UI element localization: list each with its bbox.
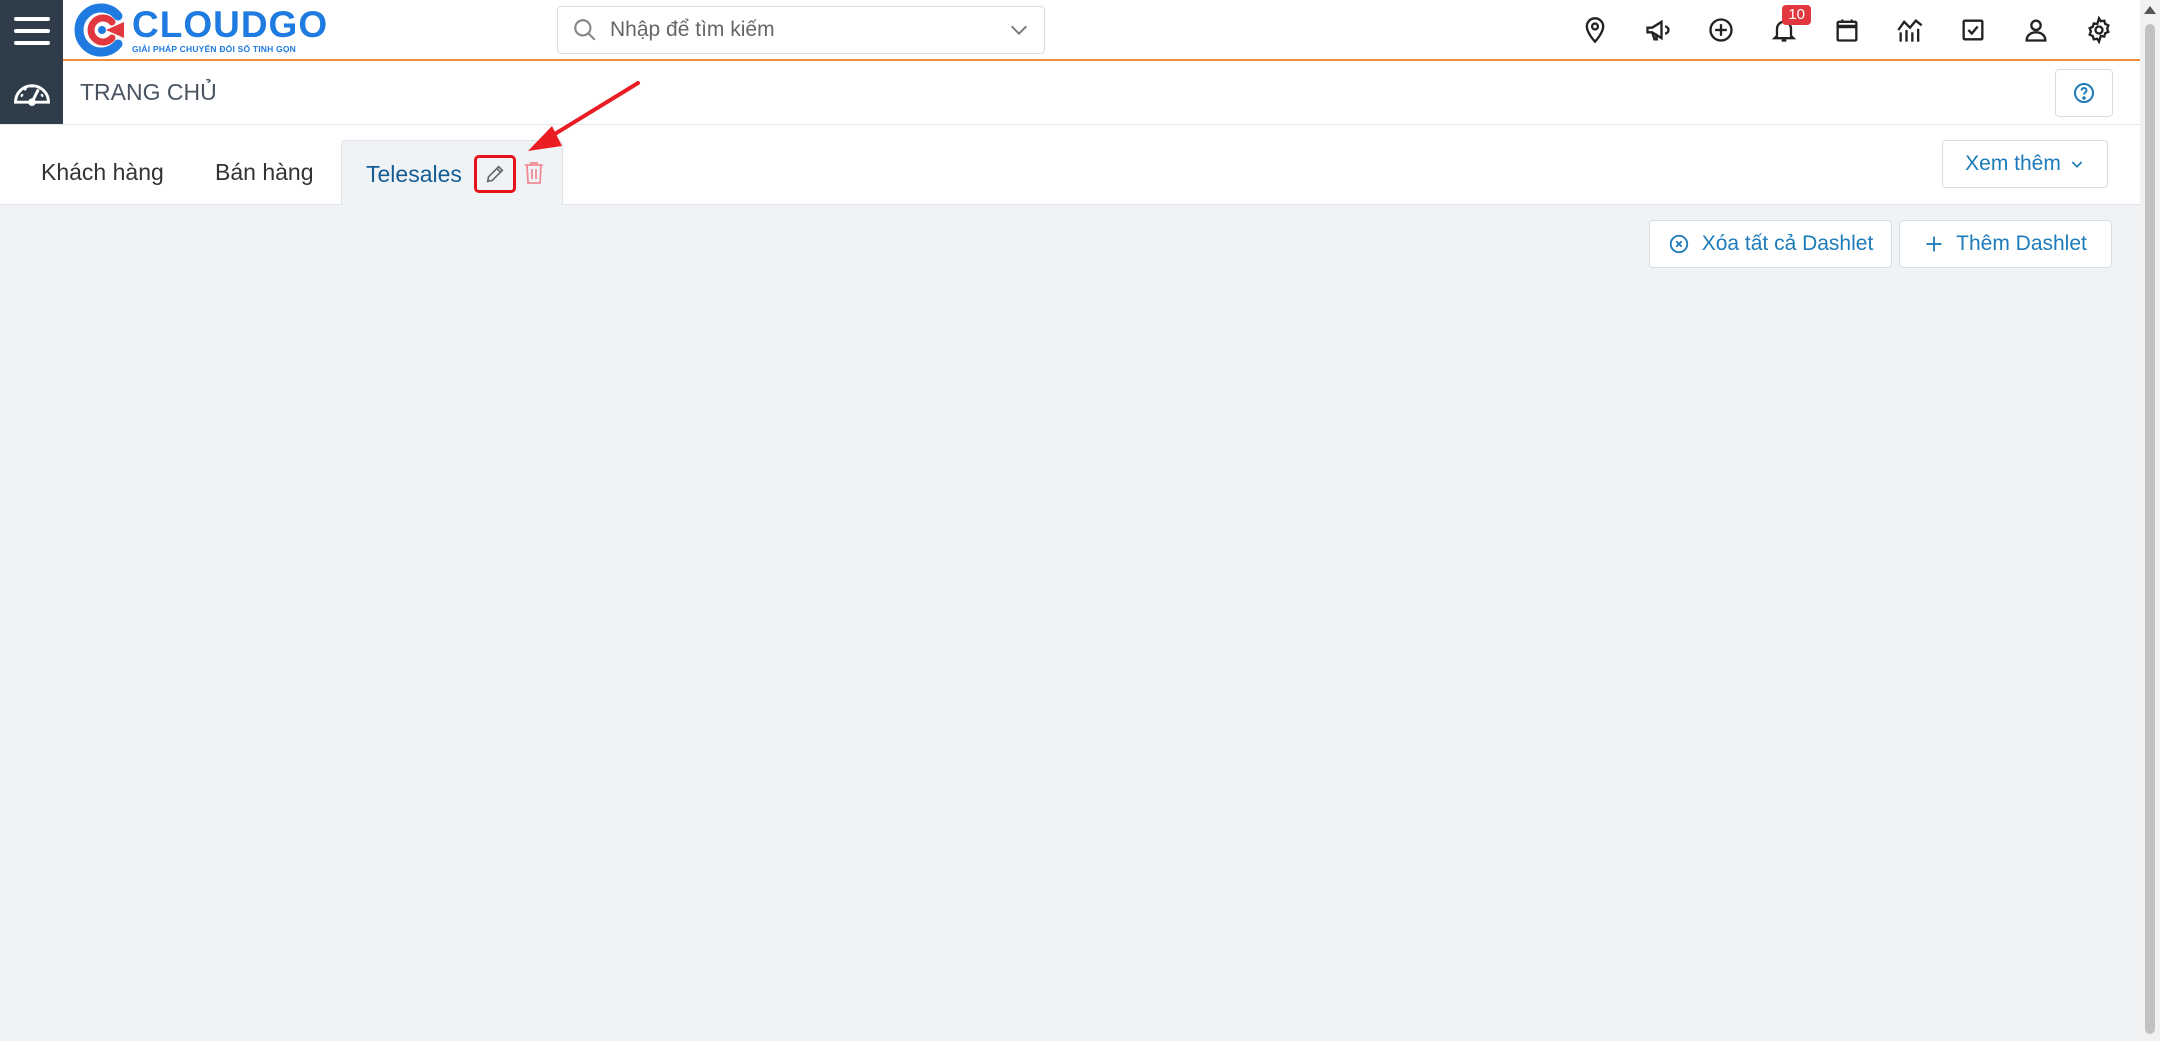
hamburger-menu-button[interactable] [0, 0, 63, 61]
menu-line [13, 16, 50, 21]
add-dashlet-button[interactable]: Thêm Dashlet [1899, 220, 2112, 268]
menu-line [13, 40, 50, 45]
plus-icon [1926, 236, 1942, 252]
delete-tab-button[interactable] [520, 157, 548, 189]
pencil-icon [486, 165, 504, 183]
menu-line [13, 28, 50, 33]
logo-mark-icon [74, 3, 124, 57]
search-input[interactable] [606, 7, 1008, 53]
cloudgo-logo[interactable]: CLOUDGO GIẢI PHÁP CHUYỂN ĐỔI SỐ TINH GỌN [72, 2, 328, 58]
help-button[interactable] [2055, 69, 2113, 117]
clear-all-label: Xóa tất cả Dashlet [1701, 232, 1874, 255]
bell-icon[interactable]: 10 [1765, 5, 1811, 49]
brand-tagline: GIẢI PHÁP CHUYỂN ĐỔI SỐ TINH GỌN [132, 44, 296, 54]
user-icon[interactable] [2017, 11, 2055, 49]
see-more-label: Xem thêm [1965, 152, 2061, 175]
clear-all-dashlets-button[interactable]: Xóa tất cả Dashlet [1649, 220, 1892, 268]
page-title: TRANG CHỦ [80, 79, 217, 105]
dashboard-module-button[interactable] [0, 61, 63, 124]
notification-count-badge: 10 [1782, 5, 1811, 25]
close-circle-icon [1669, 234, 1688, 254]
vertical-scrollbar[interactable] [2140, 0, 2160, 1041]
page-header-bar: TRANG CHỦ [0, 61, 2140, 125]
tab-khach-hang[interactable]: Khách hàng [41, 159, 164, 186]
see-more-dropdown[interactable]: Xem thêm [1942, 140, 2108, 188]
trash-icon [525, 162, 543, 184]
global-search-box[interactable] [557, 6, 1045, 54]
question-circle-icon [2074, 83, 2094, 103]
speedometer-icon [13, 83, 50, 106]
brand-name: CLOUDGO [132, 4, 329, 45]
scroll-up-arrow-icon[interactable] [2144, 6, 2156, 14]
calendar-icon[interactable] [1828, 11, 1866, 49]
location-pin-icon[interactable] [1576, 11, 1614, 49]
tab-telesales[interactable]: Telesales [341, 140, 563, 206]
chevron-down-icon[interactable] [1008, 19, 1030, 41]
add-dashlet-label: Thêm Dashlet [1956, 232, 2087, 255]
gear-icon[interactable] [2080, 11, 2118, 49]
scrollbar-thumb[interactable] [2145, 24, 2155, 1034]
edit-tab-button[interactable] [474, 155, 516, 193]
tab-ban-hang[interactable]: Bán hàng [215, 159, 313, 186]
checkbox-icon[interactable] [1954, 11, 1992, 49]
dashboard-tab-bar: Khách hàng Bán hàng Telesales Xem thêm [0, 125, 2140, 206]
tab-telesales-label: Telesales [366, 161, 462, 187]
chart-icon[interactable] [1891, 11, 1929, 49]
megaphone-icon[interactable] [1639, 11, 1677, 49]
top-icon-toolbar: 10 [1551, 5, 2118, 49]
plus-circle-icon[interactable] [1702, 11, 1740, 49]
top-navigation-bar: CLOUDGO GIẢI PHÁP CHUYỂN ĐỔI SỐ TINH GỌN… [0, 0, 2140, 61]
search-icon [574, 19, 596, 41]
chevron-down-icon [2071, 161, 2083, 168]
